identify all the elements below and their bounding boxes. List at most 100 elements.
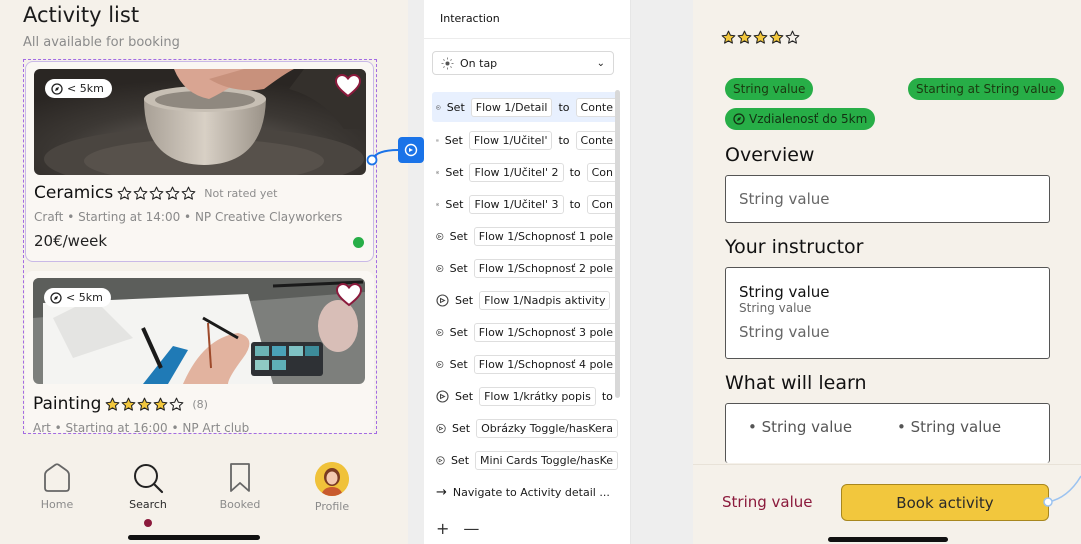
home-icon [44,463,70,492]
overview-text: String value [739,190,830,208]
variable-chip[interactable]: Flow 1/Učitel' [468,130,553,150]
learn-title: What will learn [725,372,867,394]
tap-icon [441,57,454,69]
star-filled-icon [721,30,736,44]
home-indicator [128,535,260,540]
action-verb: Set [446,100,465,114]
action-verb: Set [452,421,471,435]
action-row[interactable]: Set Flow 1/Nadpis aktivity [432,284,618,316]
bottom-navigation: Home Search Booked Profile [0,450,408,544]
variable-chip[interactable]: Flow 1/Schopnosť 2 pole [473,258,618,278]
page-title: Activity list [23,3,140,27]
learn-item: • String value [748,418,853,436]
variable-chip[interactable]: Obrázky Toggle/hasKera [476,418,618,438]
book-activity-button[interactable]: Book activity [841,484,1049,521]
action-row[interactable]: Set Mini Cards Toggle/hasKe [432,444,618,476]
set-variable-icon [436,138,439,142]
variable-chip[interactable]: Flow 1/Schopnosť 3 pole [473,322,618,342]
scrollbar[interactable] [615,90,620,398]
action-row[interactable]: Set Flow 1/Schopnosť 1 pole [432,220,618,252]
panel-footer: + — [436,519,479,538]
remove-action-button[interactable]: — [463,519,479,538]
learn-item: • String value [897,418,1002,436]
action-verb: Set [455,293,474,307]
panel-title: Interaction [424,0,630,39]
distance-pill: Vzdialenosť do 5km [725,108,876,130]
nav-profile[interactable]: Profile [297,462,367,513]
action-to: to [601,389,613,403]
action-to: to [569,165,581,179]
set-variable-icon [436,170,440,174]
action-row[interactable]: Set Flow 1/Učitel' 3 to Con [432,188,618,220]
set-variable-icon [436,293,449,307]
interaction-panel: Interaction On tap ⌄ Set Flow 1/Detail to C… [424,0,631,544]
action-verb: Set [449,229,468,243]
action-verb: Set [450,453,470,467]
variable-chip[interactable]: Flow 1/Nadpis aktivity [479,290,611,310]
variable-chip[interactable]: Flow 1/Schopnosť 1 pole [473,226,618,246]
page-subtitle: All available for booking [23,35,180,50]
interaction-node[interactable] [398,137,424,163]
action-row[interactable]: Set Flow 1/Učitel' 2 to Con [432,156,618,188]
add-action-button[interactable]: + [436,519,449,538]
set-variable-icon [436,455,445,465]
avatar [315,462,349,496]
nav-label: Home [40,498,74,511]
action-row[interactable]: Set Flow 1/Učitel' to Conte [432,124,618,156]
variable-chip[interactable]: Flow 1/Detail [470,97,553,117]
tag-pill: String value [725,78,814,100]
action-verb: Set [455,389,474,403]
overview-title: Overview [725,144,815,166]
action-verb: Set [445,197,464,211]
variable-chip[interactable]: Flow 1/Schopnosť 4 pole [473,354,618,374]
variable-chip[interactable]: Flow 1/Učitel' 3 [469,194,564,214]
nav-home[interactable]: Home [22,462,92,511]
set-variable-icon [436,202,440,206]
set-variable-icon [436,104,441,110]
action-row[interactable]: Set Flow 1/krátky popis to [432,380,618,412]
action-list: Set Flow 1/Detail to Conte Set Flow 1/Učitel'… [432,92,618,508]
detail-star-rating [721,30,800,45]
navigate-action-row[interactable]: → Navigate to Activity detail ... [432,476,618,508]
nav-label: Search [129,498,167,511]
price-value: String value [722,493,813,511]
value-chip[interactable]: Conte [575,130,618,150]
instructor-description: String value [739,323,830,341]
action-row[interactable]: Set Flow 1/Schopnosť 3 pole [432,316,618,348]
nav-label: Profile [314,500,350,513]
prototype-connector [1043,475,1081,507]
compass-icon [733,113,745,125]
star-empty-icon [785,30,800,44]
variable-chip[interactable]: Flow 1/krátky popis [479,386,596,406]
action-verb: Set [449,357,468,371]
action-row[interactable]: Set Flow 1/Detail to Conte [432,92,618,122]
variable-chip[interactable]: Mini Cards Toggle/hasKe [475,450,618,470]
home-indicator [828,537,948,542]
instructor-title: Your instructor [725,236,864,258]
value-chip[interactable]: Con [586,162,618,182]
navigate-label: Navigate to Activity detail ... [452,485,610,499]
bookmark-icon [230,463,250,492]
instructor-role: String value [739,301,812,315]
trigger-label: On tap [460,56,498,70]
action-row[interactable]: Set Flow 1/Schopnosť 4 pole [432,348,618,380]
value-chip[interactable]: Conte [575,97,618,117]
action-verb: Set [445,165,464,179]
star-filled-icon [753,30,768,44]
nav-search[interactable]: Search [113,462,183,511]
arrow-right-icon: → [436,484,447,500]
instructor-name: String value [739,283,830,301]
action-to: to [569,197,581,211]
trigger-select[interactable]: On tap ⌄ [432,51,614,75]
activity-detail-screen: String value Starting at String value Vz… [693,0,1081,544]
nav-booked[interactable]: Booked [205,462,275,511]
distance-label: Vzdialenosť do 5km [749,112,868,126]
action-row[interactable]: Set Flow 1/Schopnosť 2 pole [432,252,618,284]
selection-outline [23,59,377,434]
star-filled-icon [769,30,784,44]
set-variable-icon [436,360,444,368]
variable-chip[interactable]: Flow 1/Učitel' 2 [469,162,564,182]
action-to: to [558,133,570,147]
action-row[interactable]: Set Obrázky Toggle/hasKera [432,412,618,444]
value-chip[interactable]: Con [586,194,618,214]
